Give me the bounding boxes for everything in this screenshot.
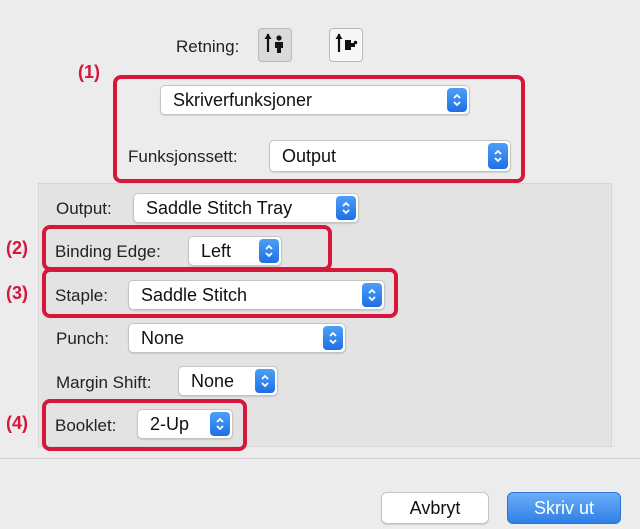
- output-label: Output:: [56, 199, 112, 218]
- punch-popup[interactable]: None: [128, 323, 346, 353]
- orientation-label: Retning:: [176, 37, 240, 56]
- callout-box-3: [42, 268, 398, 318]
- punch-value: None: [141, 327, 185, 348]
- margin-shift-popup[interactable]: None: [178, 366, 278, 396]
- landscape-orientation-button[interactable]: [329, 28, 363, 62]
- callout-number-1: (1): [78, 62, 100, 82]
- print-button[interactable]: Skriv ut: [507, 492, 621, 524]
- output-tray-value: Saddle Stitch Tray: [146, 197, 293, 218]
- margin-shift-label: Margin Shift:: [56, 373, 152, 392]
- cancel-button[interactable]: Avbryt: [381, 492, 489, 524]
- landscape-orientation-icon: [334, 31, 358, 60]
- portrait-orientation-button[interactable]: [258, 28, 292, 62]
- callout-box-4: [42, 399, 247, 451]
- punch-label: Punch:: [56, 329, 109, 348]
- callout-box-2: [42, 225, 332, 271]
- chevron-updown-icon: [255, 369, 275, 393]
- callout-box-1: [113, 75, 525, 183]
- callout-number-2: (2): [6, 238, 28, 258]
- chevron-updown-icon: [323, 326, 343, 350]
- portrait-orientation-icon: [263, 31, 287, 60]
- callout-number-3: (3): [6, 283, 28, 303]
- output-tray-popup[interactable]: Saddle Stitch Tray: [133, 193, 359, 223]
- callout-number-4: (4): [6, 413, 28, 433]
- chevron-updown-icon: [336, 196, 356, 220]
